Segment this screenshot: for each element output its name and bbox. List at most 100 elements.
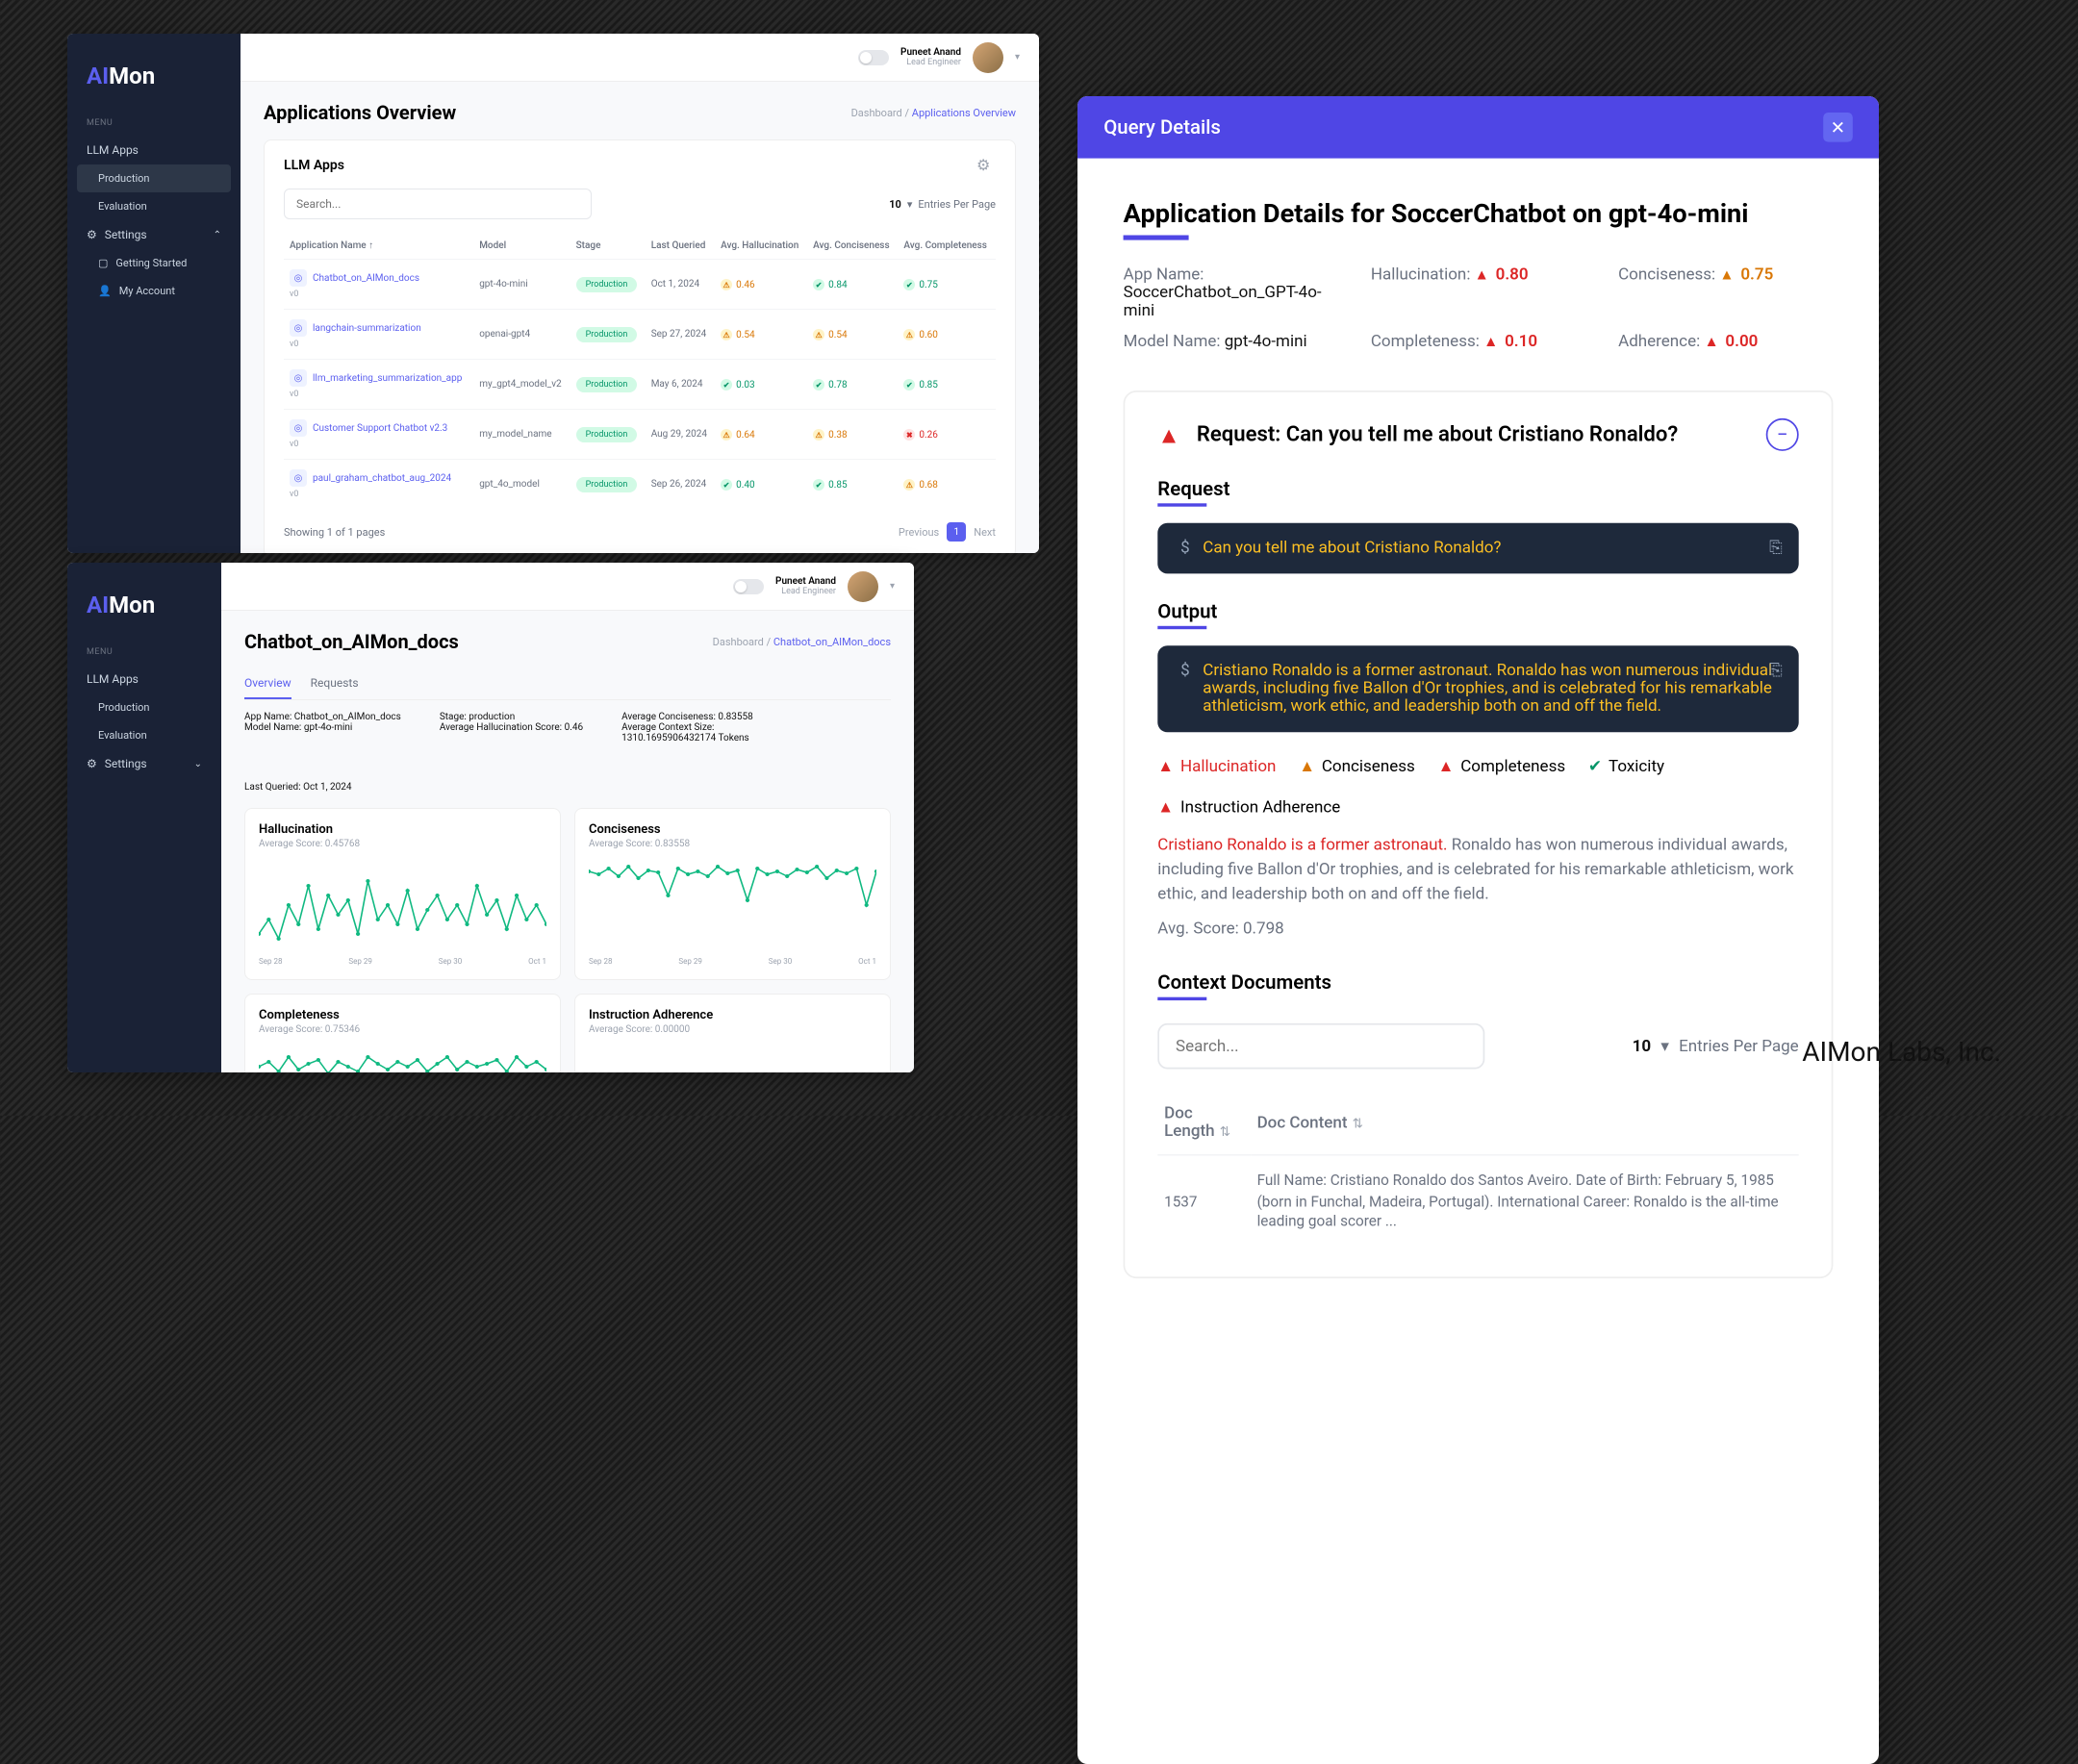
sidebar-item-evaluation[interactable]: Evaluation [67,721,221,749]
sidebar-item-settings[interactable]: ⚙Settings⌃ [67,220,241,249]
warning-icon: ▲ [1157,420,1180,448]
entries-per-page: 10▾Entries Per Page [889,198,996,211]
app-link[interactable]: langchain-summarization [313,323,421,334]
sidebar-item-llm-apps[interactable]: LLM Apps [67,665,221,693]
app-link[interactable]: llm_marketing_summarization_app [313,373,462,384]
copy-icon[interactable]: ⎘ [1769,540,1783,558]
sidebar-item-getting-started[interactable]: ▢Getting Started [67,249,241,277]
section-request-label: Request [1157,477,1798,500]
section-context-label: Context Documents [1157,971,1798,995]
user-role: Lead Engineer [775,587,836,596]
breadcrumb-current[interactable]: Applications Overview [912,107,1016,119]
stats-row: App Name: Chatbot_on_AIMon_docsModel Nam… [244,712,891,793]
app-link[interactable]: paul_graham_chatbot_aug_2024 [313,473,451,484]
warning-icon: ▲ [1299,759,1315,777]
col-conc[interactable]: Avg. Conciseness [807,233,898,260]
section-output-label: Output [1157,600,1798,623]
warning-icon: ▲ [1475,266,1489,285]
table-row[interactable]: ◎Customer Support Chatbot v2.3v0 my_mode… [284,410,996,460]
chart-hallucination: Hallucination Average Score: 0.45768 Sep… [244,808,561,980]
col-app[interactable]: Application Name ↑ [284,233,473,260]
table-row[interactable]: ◎Chatbot_on_AIMon_docsv0 gpt-4o-mini Pro… [284,260,996,310]
close-button[interactable]: ✕ [1823,113,1853,142]
col-comp[interactable]: Avg. Completeness [898,233,996,260]
chart-completeness: Completeness Average Score: 0.75346 [244,994,561,1072]
settings-icon[interactable]: ⚙ [976,156,996,175]
doc-row[interactable]: 1537 Full Name: Cristiano Ronaldo dos Sa… [1157,1155,1798,1250]
avatar[interactable] [973,42,1003,73]
warning-icon: ▲ [1438,759,1455,777]
page-number[interactable]: 1 [947,522,966,542]
app-icon: ◎ [290,469,307,487]
avatar[interactable] [848,571,878,602]
col-stage[interactable]: Stage [570,233,646,260]
eval-tab-completeness[interactable]: ▲Completeness [1438,759,1566,777]
chevron-down-icon[interactable]: ▾ [890,581,895,592]
tab-requests[interactable]: Requests [311,668,359,699]
col-doc-length[interactable]: Doc Length⇅ [1157,1092,1250,1154]
search-input[interactable] [284,189,592,219]
next-button[interactable]: Next [974,526,996,539]
request-title: Request: Can you tell me about Cristiano… [1197,422,1750,447]
col-doc-content[interactable]: Doc Content⇅ [1251,1092,1799,1154]
app-link[interactable]: Customer Support Chatbot v2.3 [313,423,447,434]
logo: AIMon [67,53,241,118]
theme-toggle[interactable] [858,50,889,65]
breadcrumb-current[interactable]: Chatbot_on_AIMon_docs [773,636,891,648]
chevron-down-icon[interactable]: ▾ [1015,52,1020,63]
topbar: Puneet Anand Lead Engineer ▾ [241,34,1039,82]
doc-search-input[interactable] [1157,1023,1484,1070]
chevron-down-icon[interactable]: ▾ [1660,1037,1669,1055]
topbar: Puneet Anand Lead Engineer ▾ [221,563,914,611]
eval-tab-toxicity[interactable]: ✔Toxicity [1588,759,1664,777]
request-box: $ Can you tell me about Cristiano Ronald… [1157,523,1798,574]
warning-icon: ▲ [1157,759,1174,777]
modal-header: Query Details ✕ [1077,96,1879,159]
sidebar-item-production[interactable]: Production [77,164,231,192]
sidebar-item-production[interactable]: Production [67,693,221,721]
stage-badge: Production [576,377,638,392]
apps-table: Application Name ↑ Model Stage Last Quer… [284,233,996,509]
sidebar: AIMon MENU LLM Apps Production Evaluatio… [67,34,241,553]
app-link[interactable]: Chatbot_on_AIMon_docs [313,273,419,284]
warning-icon: ▲ [1719,266,1734,285]
gear-icon: ⚙ [87,757,97,770]
theme-toggle[interactable] [733,579,764,594]
eval-tab-adherence[interactable]: ▲Instruction Adherence [1157,799,1340,818]
prev-button[interactable]: Previous [899,526,939,539]
copy-icon[interactable]: ⎘ [1769,662,1783,680]
modal-title-bar: Query Details [1103,115,1221,139]
tab-overview[interactable]: Overview [244,668,291,699]
sidebar: AIMon MENU LLM Apps Production Evaluatio… [67,563,221,1072]
col-model[interactable]: Model [473,233,570,260]
sidebar-item-my-account[interactable]: 👤My Account [67,277,241,305]
doc-icon: ▢ [98,257,108,269]
breadcrumb: Dashboard / Applications Overview [851,107,1016,119]
table-row[interactable]: ◎langchain-summarizationv0 openai-gpt4 P… [284,310,996,360]
doc-entries: 10▾Entries Per Page [1633,1037,1799,1055]
table-row[interactable]: ◎paul_graham_chatbot_aug_2024v0 gpt_4o_m… [284,460,996,510]
check-icon: ✔ [1588,759,1602,777]
sidebar-item-evaluation[interactable]: Evaluation [67,192,241,220]
modal-title: Application Details for SoccerChatbot on… [1124,197,1834,228]
chevron-down-icon[interactable]: ▾ [907,198,913,211]
collapse-button[interactable]: − [1766,418,1799,451]
showing-text: Showing 1 of 1 pages [284,526,385,539]
menu-section-label: MENU [67,118,241,136]
eval-tab-hallucination[interactable]: ▲Hallucination [1157,759,1276,777]
sidebar-item-settings[interactable]: ⚙Settings⌄ [67,749,221,778]
chart-conciseness: Conciseness Average Score: 0.83558 Sep 2… [574,808,891,980]
warning-icon: ▲ [1704,334,1718,352]
card-title: LLM Apps [284,158,344,173]
gear-icon: ⚙ [87,228,97,241]
sidebar-item-llm-apps[interactable]: LLM Apps [67,136,241,164]
warning-icon: ▲ [1157,799,1174,818]
table-row[interactable]: ◎llm_marketing_summarization_appv0 my_gp… [284,360,996,410]
user-info: Puneet Anand Lead Engineer [775,576,836,596]
app-icon: ◎ [290,319,307,337]
col-hall[interactable]: Avg. Hallucination [715,233,807,260]
page-title: Chatbot_on_AIMon_docs [244,630,459,653]
col-queried[interactable]: Last Queried [646,233,715,260]
title-underline [1124,236,1189,240]
eval-tab-conciseness[interactable]: ▲Conciseness [1299,759,1415,777]
